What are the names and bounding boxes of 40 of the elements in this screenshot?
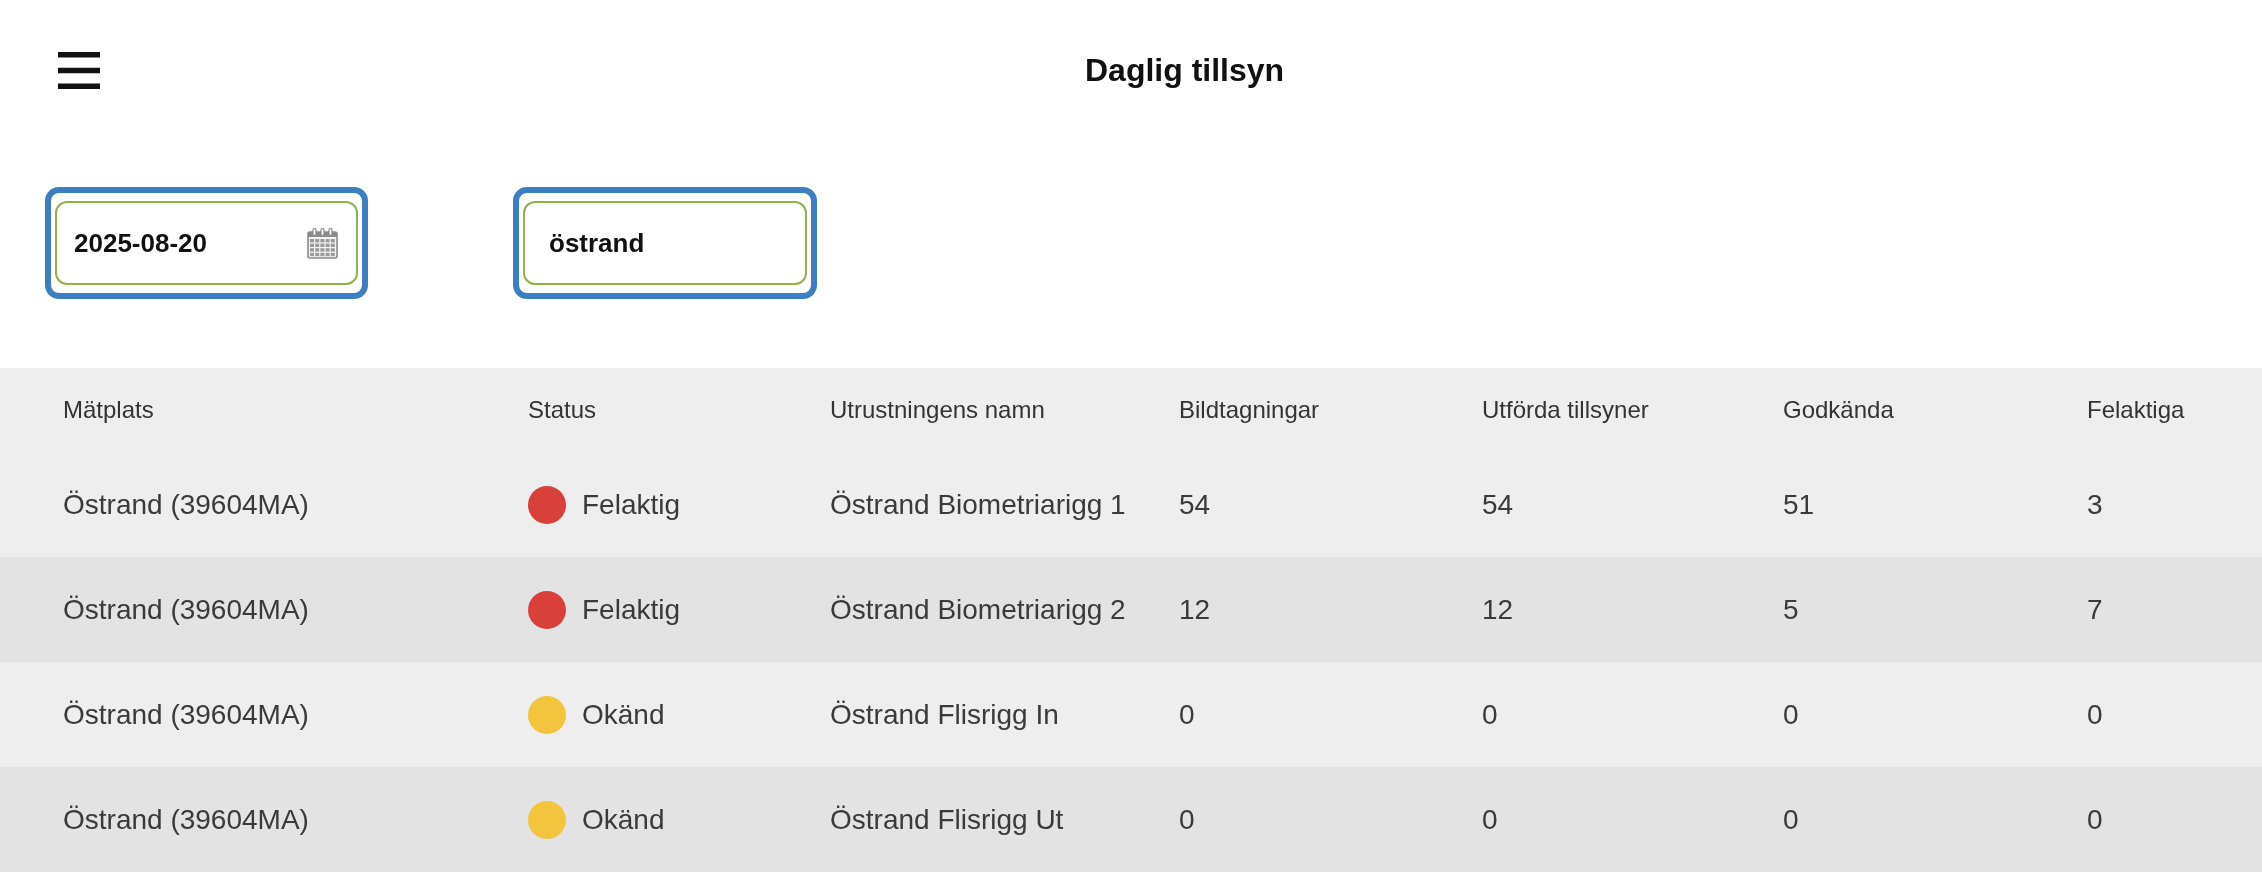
table-cell-text: 7 [2087,592,2103,627]
calendar-icon[interactable] [307,227,338,259]
page-title: Daglig tillsyn [1085,54,1285,86]
table-cell-text: 0 [1179,802,1195,837]
table-cell-text: Östrand Flisrigg Ut [830,802,1064,837]
table-cell-text: 54 [1482,487,1514,522]
column-header: Status [528,395,597,425]
table-cell-text: Östrand (39604MA) [63,592,309,627]
date-field[interactable]: 2025-08-20 [45,187,368,299]
table-cell-text: 0 [1482,802,1498,837]
table-cell-text: 54 [1179,487,1211,522]
table-cell-text: 3 [2087,487,2103,522]
table-cell-text: Östrand Biometriarigg 2 [830,592,1126,627]
column-header: Mätplats [63,395,154,425]
table-cell-text: 0 [2087,697,2103,732]
table-cell-text: Östrand Flisrigg In [830,697,1059,732]
table-cell-text: Östrand Biometriarigg 1 [830,487,1126,522]
menu-icon[interactable] [58,51,100,89]
column-header: Utförda tillsyner [1482,395,1649,425]
status-label: Felaktig [582,487,681,522]
table-cell-text: 0 [1482,697,1498,732]
status-label: Felaktig [582,592,681,627]
table-cell-text: 12 [1482,592,1514,627]
table-cell-text: 0 [2087,802,2103,837]
column-header: Bildtagningar [1179,395,1320,425]
table-cell-text: 0 [1179,697,1195,732]
table-cell-text: 51 [1783,487,1815,522]
table-cell-text: 5 [1783,592,1799,627]
table-cell-text: Östrand (39604MA) [63,487,309,522]
column-header: Utrustningens namn [830,395,1045,425]
column-header: Godkända [1783,395,1894,425]
status-label: Okänd [582,697,665,732]
table-cell-text: 0 [1783,697,1799,732]
table-cell-text: 0 [1783,802,1799,837]
table-cell-text: Östrand (39604MA) [63,697,309,732]
search-field[interactable]: östrand [513,187,817,299]
table-cell-text: Östrand (39604MA) [63,802,309,837]
status-label: Okänd [582,802,665,837]
column-header: Felaktiga [2087,395,2185,425]
table-cell-text: 12 [1179,592,1211,627]
